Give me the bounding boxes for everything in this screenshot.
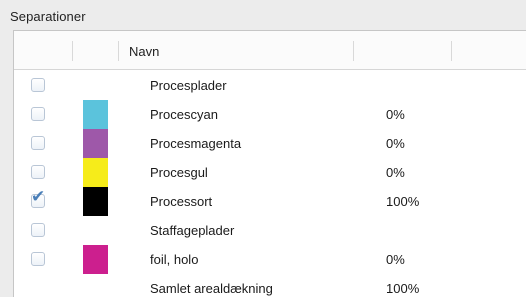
coverage-value: 0% xyxy=(386,136,405,151)
visibility-checkbox[interactable] xyxy=(31,78,45,92)
table-row[interactable]: Samlet arealdækning 100% xyxy=(14,274,526,297)
column-divider[interactable] xyxy=(118,41,119,61)
table-row[interactable]: Staffageplader xyxy=(14,216,526,245)
separation-name: foil, holo xyxy=(150,252,199,267)
table-row[interactable]: Procesplader xyxy=(14,71,526,100)
separations-panel: Separationer Navn Procesplader Procescyan… xyxy=(0,0,526,297)
visibility-checkbox[interactable] xyxy=(31,165,45,179)
table-header: Navn xyxy=(14,31,526,70)
color-swatch xyxy=(83,158,108,187)
visibility-checkbox[interactable] xyxy=(31,223,45,237)
separation-name: Staffageplader xyxy=(150,223,235,238)
separation-name: Samlet arealdækning xyxy=(150,281,273,296)
table-row[interactable]: foil, holo 0% xyxy=(14,245,526,274)
coverage-value: 100% xyxy=(386,281,420,296)
coverage-value: 100% xyxy=(386,194,420,209)
visibility-checkbox[interactable] xyxy=(31,252,45,266)
visibility-checkbox[interactable] xyxy=(31,136,45,150)
column-divider[interactable] xyxy=(353,41,354,61)
visibility-checkbox-checked[interactable]: ✔ xyxy=(31,189,45,208)
checkmark-icon: ✔ xyxy=(31,187,46,207)
visibility-checkbox[interactable] xyxy=(31,107,45,121)
panel-title: Separationer xyxy=(10,9,86,24)
column-header-name[interactable]: Navn xyxy=(129,44,159,59)
color-swatch xyxy=(83,245,108,274)
coverage-value: 0% xyxy=(386,107,405,122)
table-row[interactable]: ✔ Processort 100% xyxy=(14,187,526,216)
color-swatch xyxy=(83,100,108,129)
color-swatch xyxy=(83,129,108,158)
separation-name: Procescyan xyxy=(150,107,218,122)
separations-table: Navn Procesplader Procescyan 0% Procesmagen… xyxy=(13,30,526,297)
color-swatch xyxy=(83,187,108,216)
coverage-value: 0% xyxy=(386,165,405,180)
separation-name: Procesgul xyxy=(150,165,208,180)
column-divider[interactable] xyxy=(451,41,452,61)
separation-name: Processort xyxy=(150,194,213,209)
table-row[interactable]: Procescyan 0% xyxy=(14,100,526,129)
coverage-value: 0% xyxy=(386,252,405,267)
column-divider[interactable] xyxy=(72,41,73,61)
table-row[interactable]: Procesgul 0% xyxy=(14,158,526,187)
table-row[interactable]: Procesmagenta 0% xyxy=(14,129,526,158)
separation-name: Procesmagenta xyxy=(150,136,242,151)
separation-name: Procesplader xyxy=(150,78,227,93)
